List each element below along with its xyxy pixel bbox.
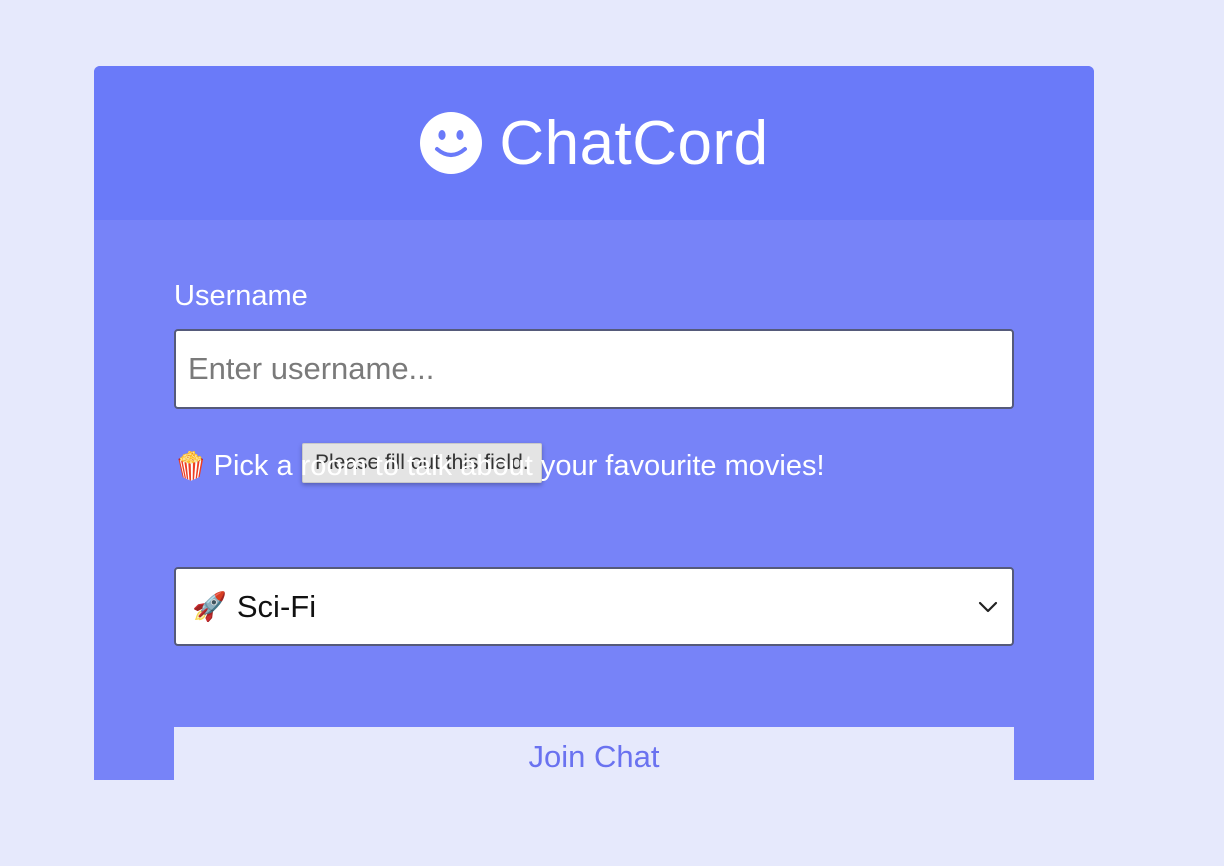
room-select[interactable]: 🚀 Sci-Fi bbox=[174, 567, 1014, 646]
room-label: 🍿 Pick a room to talk about your favourit… bbox=[174, 450, 825, 483]
username-label: Username bbox=[174, 280, 308, 312]
join-chat-button[interactable]: Join Chat bbox=[174, 727, 1014, 780]
smiley-face-icon bbox=[420, 112, 483, 174]
join-card: ChatCord Username Please fill out this f… bbox=[94, 66, 1094, 780]
room-label-text: Pick a room to talk about your favourite… bbox=[213, 450, 825, 482]
room-select-value: Sci-Fi bbox=[236, 588, 317, 624]
card-header: ChatCord bbox=[94, 66, 1094, 220]
app-title: ChatCord bbox=[499, 108, 769, 178]
rocket-icon: 🚀 bbox=[192, 591, 227, 622]
chevron-down-icon bbox=[978, 601, 998, 612]
popcorn-icon: 🍿 bbox=[174, 451, 208, 481]
username-input[interactable] bbox=[174, 329, 1014, 409]
